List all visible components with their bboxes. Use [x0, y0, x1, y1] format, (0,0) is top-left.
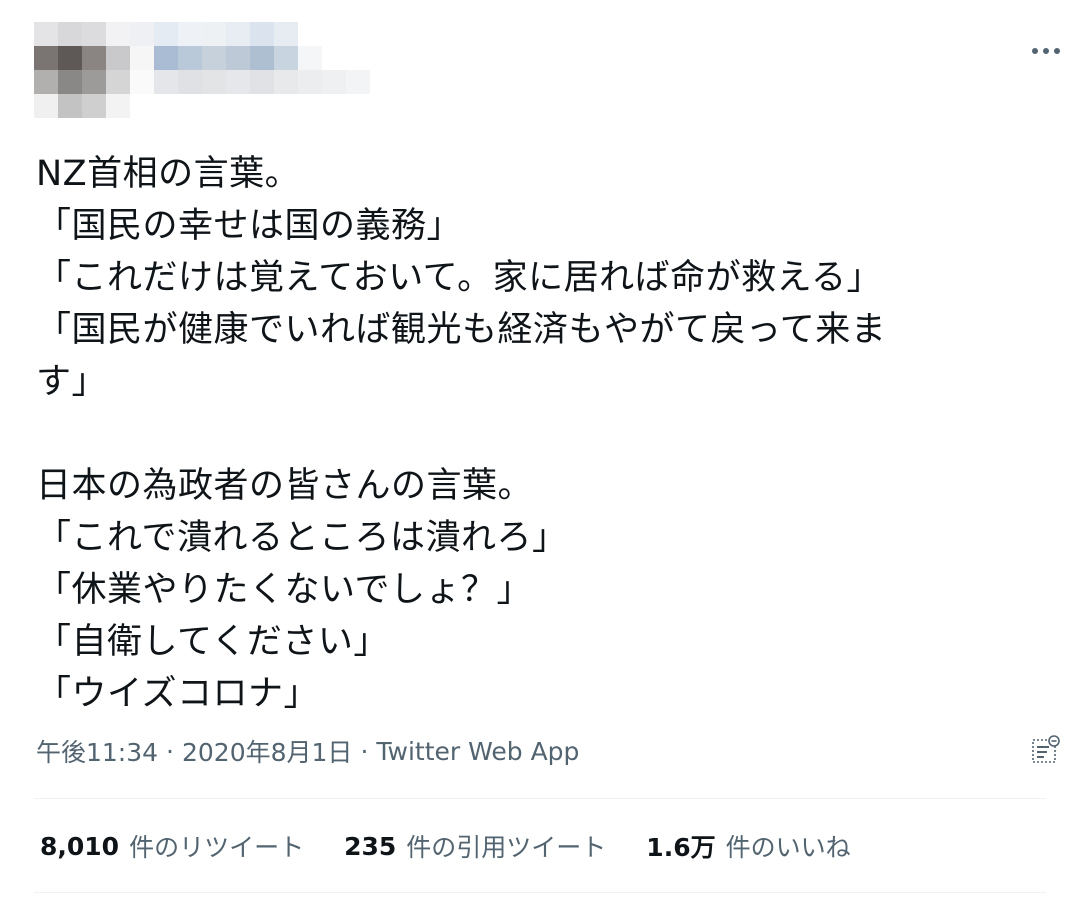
tweet-text-line: 「国民が健康でいれば観光も経済もやがて戻って来ま [36, 310, 887, 350]
pixelated-user-header[interactable] [34, 22, 374, 118]
tweet-text-line: 「これだけは覚えておいて。家に居れば命が救える」 [36, 258, 883, 298]
tweet-text-line: 「自衛してください」 [36, 622, 389, 662]
retweets-label: 件のリツイート [129, 833, 305, 862]
more-horizontal-icon [1032, 48, 1060, 54]
tweet-stats: 8,010 件のリツイート 235 件の引用ツイート 1.6万 件のいいね [40, 826, 891, 866]
tweet-text-line: 「これで潰れるところは潰れろ」 [36, 518, 568, 558]
tweet-metadata: 午後11:34 · 2020年8月1日 · Twitter Web App [36, 732, 579, 770]
quotes-label: 件の引用ツイート [406, 833, 607, 862]
likes-label: 件のいいね [725, 833, 851, 862]
divider [34, 798, 1046, 799]
tweet-date[interactable]: 2020年8月1日 [182, 733, 352, 769]
tweet-text: NZ首相の言葉。 「国民の幸せは国の義務」 「これだけは覚えておいて。家に居れば… [36, 148, 1046, 720]
tweet-text-line: 「ウイズコロナ」 [36, 674, 319, 714]
retweets-stat[interactable]: 8,010 件のリツイート [40, 828, 304, 864]
likes-stat[interactable]: 1.6万 件のいいね [646, 828, 850, 864]
quotes-count: 235 [344, 831, 397, 861]
retweets-count: 8,010 [40, 831, 120, 861]
tweet-text-line: す」 [36, 362, 108, 402]
analytics-icon[interactable] [1030, 734, 1062, 766]
tweet-time[interactable]: 午後11:34 [36, 733, 158, 769]
more-options-button[interactable] [1026, 40, 1066, 62]
likes-count: 1.6万 [646, 833, 716, 862]
divider [34, 892, 1046, 893]
tweet-text-line: 日本の為政者の皆さんの言葉。 [36, 466, 534, 506]
meta-separator: · [166, 736, 174, 766]
quotes-stat[interactable]: 235 件の引用ツイート [344, 828, 606, 864]
tweet-text-line: 「休業やりたくないでしょ？」 [36, 570, 532, 610]
tweet-source-link[interactable]: Twitter Web App [376, 737, 579, 766]
tweet-text-line: 「国民の幸せは国の義務」 [36, 206, 463, 246]
tweet-text-line: NZ首相の言葉。 [36, 154, 301, 194]
meta-separator: · [360, 736, 369, 766]
tweet-card: NZ首相の言葉。 「国民の幸せは国の義務」 「これだけは覚えておいて。家に居れば… [0, 0, 1080, 906]
